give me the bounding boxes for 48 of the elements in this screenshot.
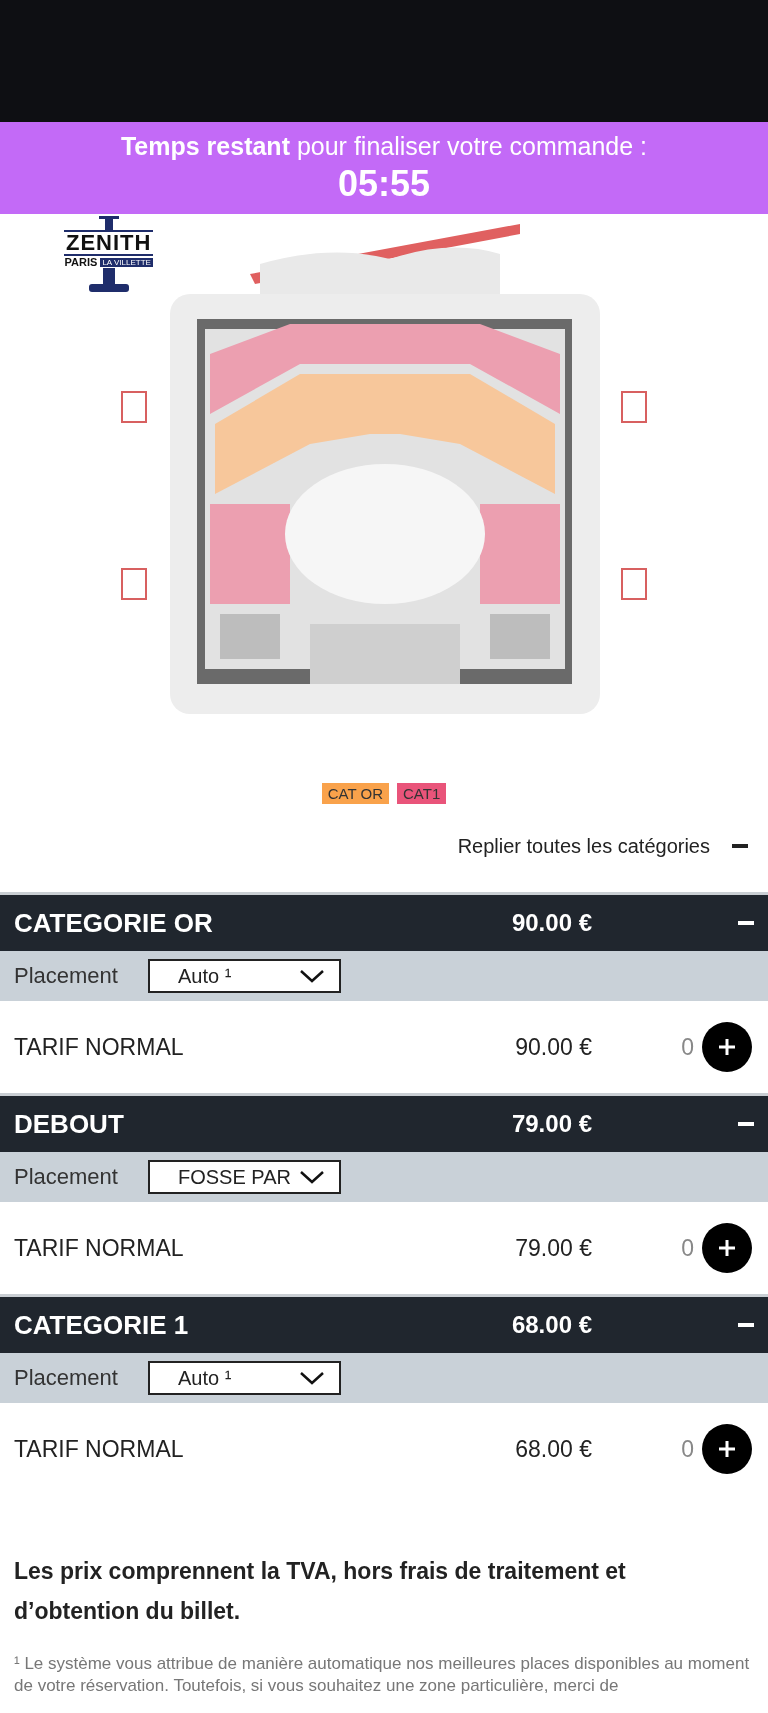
tariff-price: 90.00 € (514, 1033, 592, 1061)
placement-dropdown[interactable]: FOSSE PAR (147, 1160, 341, 1194)
logo-title: ZENITH (64, 230, 154, 256)
placement-label: Placement (14, 1164, 118, 1190)
ticket-quantity: 0 (681, 1234, 694, 1262)
tariff-name: TARIF NORMAL (14, 1435, 185, 1463)
category-price: 68.00 € (510, 1311, 592, 1339)
footnote: ¹ Le système vous attribue de manière automatique nos meilleures places disponibles au moment de votre réservation. Toutefois, si vous souhaitez une zone particulière, merci de (14, 1653, 751, 1697)
tariff-name: TARIF NORMAL (14, 1033, 185, 1061)
category-header[interactable]: CATEGORIE 1 68.00 € (0, 1297, 768, 1353)
minus-icon (738, 921, 754, 925)
plus-icon (719, 1441, 735, 1457)
timer-message: Temps restant pour finaliser votre commande : (120, 131, 648, 161)
legend-tag: CAT OR (321, 783, 390, 804)
category-header[interactable]: DEBOUT 79.00 € (0, 1096, 768, 1152)
add-ticket-button[interactable] (702, 1022, 752, 1072)
category-title: CATEGORIE OR (14, 907, 214, 939)
collapse-all-link[interactable]: Replier toutes les catégories (457, 834, 710, 858)
minus-icon (738, 1122, 754, 1126)
add-ticket-button[interactable] (702, 1424, 752, 1474)
category-title: CATEGORIE 1 (14, 1309, 190, 1341)
collapse-icon (732, 844, 748, 848)
placement-label: Placement (14, 1365, 118, 1391)
chevron-down-icon (298, 1170, 325, 1184)
category-header[interactable]: CATEGORIE OR 90.00 € (0, 895, 768, 951)
chevron-down-icon (298, 969, 325, 983)
category-price: 79.00 € (510, 1110, 592, 1138)
category-title: DEBOUT (14, 1108, 125, 1140)
plus-icon (719, 1039, 735, 1055)
minus-icon (738, 1323, 754, 1327)
ticket-quantity: 0 (681, 1033, 694, 1061)
tariff-name: TARIF NORMAL (14, 1234, 185, 1262)
plane-top-icon (98, 216, 119, 230)
logo-city: PARIS (64, 256, 98, 268)
tariff-price: 79.00 € (514, 1234, 592, 1262)
plus-icon (719, 1240, 735, 1256)
placement-dropdown[interactable]: Auto ¹ (147, 1361, 341, 1395)
ticket-quantity: 0 (681, 1435, 694, 1463)
countdown-timer: 05:55 (337, 162, 431, 205)
logo-district: LA VILLETTE (100, 257, 153, 267)
add-ticket-button[interactable] (702, 1223, 752, 1273)
placement-dropdown[interactable]: Auto ¹ (147, 959, 341, 993)
placement-label: Placement (14, 963, 118, 989)
tariff-price: 68.00 € (514, 1435, 592, 1463)
vat-notice: Les prix comprennent la TVA, hors frais de traitement et d’obtention du billet. (14, 1557, 627, 1626)
chevron-down-icon (298, 1371, 325, 1385)
legend-tag: CAT1 (397, 783, 447, 804)
category-price: 90.00 € (510, 909, 592, 937)
